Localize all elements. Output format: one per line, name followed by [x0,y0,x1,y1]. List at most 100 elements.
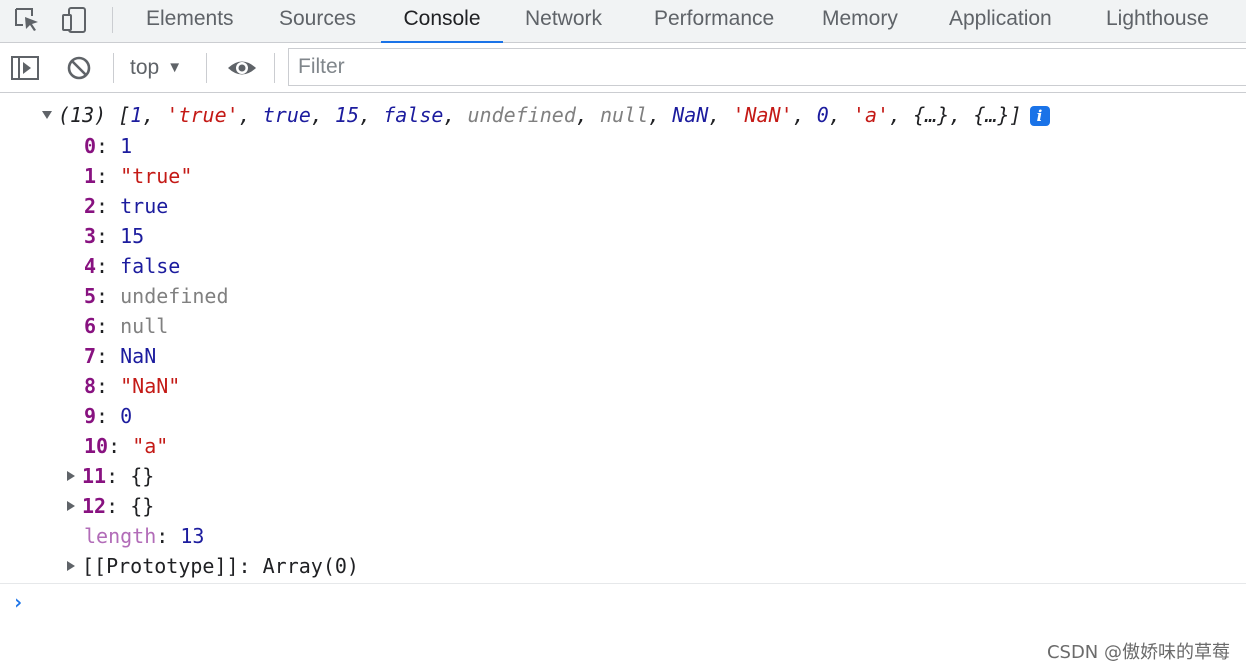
tab-performance[interactable]: Performance [654,0,774,42]
tab-application[interactable]: Application [949,0,1052,42]
show-sidebar-icon[interactable] [10,53,40,83]
property-colon: : [156,524,181,548]
filter-input[interactable] [288,48,1246,86]
array-count: (13) [58,103,107,127]
summary-value: 'NaN' [732,103,793,127]
summary-value: 0 [816,103,829,127]
property-key: 7 [84,344,97,368]
property-colon: : [96,314,121,338]
summary-value: true [262,103,311,127]
summary-value: 15 [335,103,360,127]
array-property: 9: 0 [84,401,132,431]
device-toolbar-icon[interactable] [60,5,90,35]
context-selector[interactable]: top ▼ [130,56,182,82]
tabbar-divider [112,7,113,33]
summary-value: NaN [672,103,709,127]
property-colon: : [106,494,131,518]
clear-console-icon[interactable] [64,53,94,83]
array-property: 4: false [84,251,180,281]
property-value: 15 [120,224,145,248]
expand-triangle-icon[interactable] [67,471,75,481]
dropdown-caret-icon: ▼ [167,59,183,76]
property-value: undefined [120,284,229,308]
tab-network[interactable]: Network [525,0,602,42]
prompt-chevron-icon: › [12,590,25,614]
info-icon[interactable]: i [1029,106,1050,126]
property-colon: : [106,464,131,488]
property-key: 10 [84,434,109,458]
array-property: 10: "a" [84,431,168,461]
live-expression-icon[interactable] [226,53,256,83]
devtools-tab-bar: Elements Sources Console Network Perform… [0,0,1246,43]
summary-value: 'a' [852,103,890,127]
property-value: {} [130,464,155,488]
tab-elements[interactable]: Elements [146,0,234,42]
summary-sep: , [575,103,600,127]
tab-console[interactable]: Console [381,0,503,43]
property-colon: : [96,194,121,218]
summary-value: undefined [467,103,576,127]
summary-value: {…} [973,103,1010,127]
expand-triangle-icon[interactable] [67,561,75,571]
inspect-element-icon[interactable] [12,5,42,35]
bracket-close: ] [1009,103,1022,127]
property-colon: : [96,254,121,278]
length-property: length: 13 [84,521,204,551]
array-property: 2: true [84,191,168,221]
bracket-open: [ [118,103,131,127]
console-output: (13) [1, 'true', true, 15, false, undefi… [0,93,1246,583]
property-key: 3 [84,224,97,248]
summary-value: 'true' [166,103,239,127]
summary-sep: , [792,103,817,127]
property-value: "a" [132,434,169,458]
property-value: 1 [120,134,133,158]
property-value: Array(0) [262,554,359,578]
property-colon: : [96,374,121,398]
summary-sep: , [828,103,853,127]
property-colon: : [96,404,121,428]
array-summary[interactable]: (13) [1, 'true', true, 15, false, undefi… [42,103,1050,127]
tab-sources[interactable]: Sources [279,0,356,42]
property-key: 4 [84,254,97,278]
expandable-property[interactable]: 11: {} [67,461,154,491]
property-key: 0 [84,134,97,158]
property-value: "NaN" [120,374,181,398]
property-key: 8 [84,374,97,398]
property-colon: : [96,164,121,188]
array-property: 0: 1 [84,131,132,161]
toolbar-divider [113,53,114,83]
array-property: 3: 15 [84,221,144,251]
expand-triangle-icon[interactable] [67,501,75,511]
property-key: 9 [84,404,97,428]
property-value: 13 [180,524,205,548]
property-key: length [84,524,157,548]
array-property: 6: null [84,311,168,341]
expandable-property[interactable]: 12: {} [67,491,154,521]
context-label: top [130,56,160,79]
property-key: [[Prototype]] [82,554,239,578]
property-key: 1 [84,164,97,188]
expand-triangle-icon[interactable] [42,111,52,119]
tab-memory[interactable]: Memory [822,0,898,42]
property-colon: : [96,224,121,248]
property-value: "true" [120,164,193,188]
property-colon: : [108,434,133,458]
toolbar-divider [206,53,207,83]
summary-sep: , [648,103,673,127]
property-key: 12 [82,494,107,518]
property-colon: : [96,284,121,308]
property-value: false [120,254,181,278]
summary-sep: , [310,103,336,127]
console-toolbar: top ▼ [0,43,1246,93]
property-colon: : [96,134,121,158]
toolbar-divider [274,53,275,83]
property-value: true [120,194,169,218]
property-key: 5 [84,284,97,308]
tab-lighthouse[interactable]: Lighthouse [1106,0,1209,42]
prototype-property[interactable]: [[Prototype]]: Array(0) [67,551,359,581]
property-colon: : [96,344,121,368]
array-property: 5: undefined [84,281,229,311]
property-value: {} [130,494,155,518]
property-value: null [120,314,169,338]
property-key: 6 [84,314,97,338]
